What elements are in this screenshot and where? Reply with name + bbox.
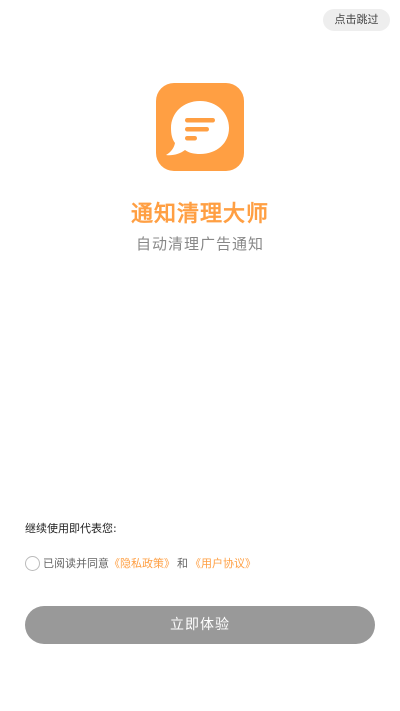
chat-bubble-icon bbox=[166, 101, 229, 156]
read-agree-label: 已阅读并同意 bbox=[43, 557, 109, 570]
start-button[interactable]: 立即体验 bbox=[25, 606, 375, 644]
app-name: 通知清理大师 bbox=[130, 201, 269, 227]
skip-button[interactable]: 点击跳过 bbox=[323, 9, 390, 31]
agreement-checkbox[interactable] bbox=[25, 555, 40, 571]
continue-notice: 继续使用即代表您: bbox=[25, 522, 117, 535]
user-agreement-link[interactable]: 《用户协议》 bbox=[190, 555, 256, 571]
and-label: 和 bbox=[177, 557, 188, 570]
app-logo bbox=[156, 83, 244, 171]
app-slogan: 自动清理广告通知 bbox=[135, 235, 264, 253]
agreement-row: 已阅读并同意 《隐私政策》 和 《用户协议》 bbox=[25, 554, 256, 572]
privacy-policy-link[interactable]: 《隐私政策》 bbox=[109, 555, 175, 571]
